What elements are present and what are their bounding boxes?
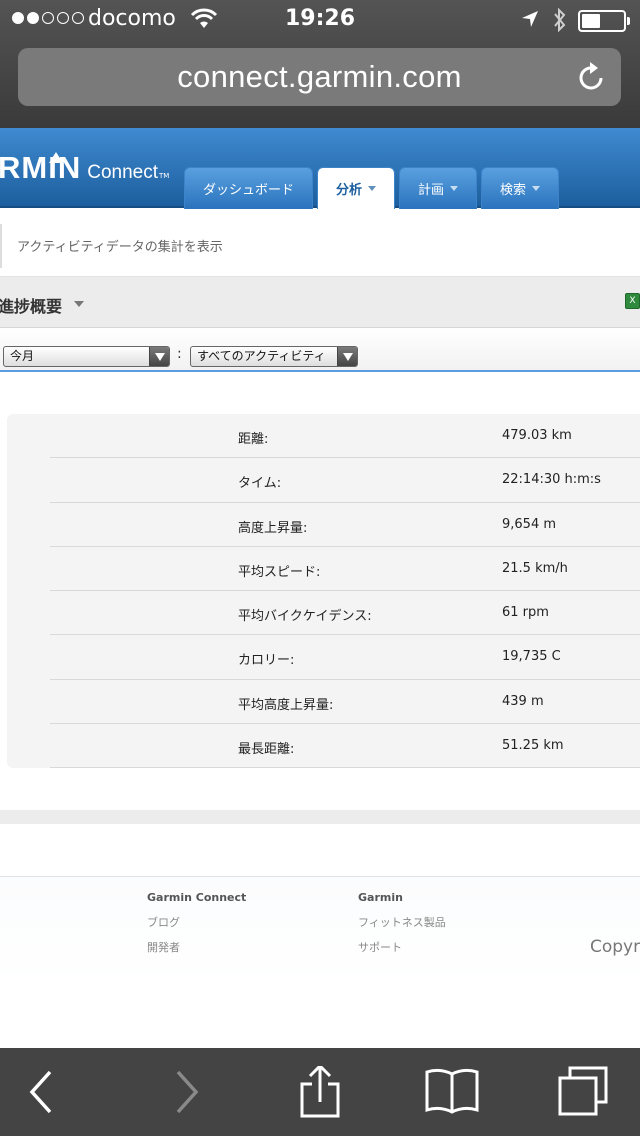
stat-row-elevation-gain: 高度上昇量: 9,654 m (50, 503, 640, 547)
stat-value: 61 rpm (502, 605, 549, 620)
location-arrow-icon (522, 11, 538, 27)
chevron-down-icon[interactable] (74, 301, 84, 307)
footer-link-blog[interactable]: ブログ (147, 914, 246, 930)
bluetooth-icon (554, 7, 566, 33)
address-url: connect.garmin.com (177, 59, 462, 94)
footer-column-garmin: Garmin フィットネス製品 サポート (358, 891, 446, 964)
page-footer: Garmin Connect ブログ 開発者 Garmin フィットネス製品 サ… (0, 876, 640, 986)
footer-heading: Garmin Connect (147, 891, 247, 904)
signal-dot (57, 12, 69, 24)
section-title[interactable]: 進捗概要 (0, 293, 62, 317)
garmin-connect-logo[interactable]: RMIN Connect TM (0, 150, 169, 186)
stat-value: 21.5 km/h (502, 560, 568, 576)
carrier-name: docomo (88, 6, 176, 31)
footer-column-garmin-connect: Garmin Connect ブログ 開発者 (147, 891, 246, 964)
stat-row-calories: カロリー: 19,735 C (50, 635, 640, 680)
signal-dot (42, 12, 54, 24)
chevron-down-icon (368, 186, 377, 191)
tabs-icon[interactable] (554, 1066, 614, 1118)
signal-dot (12, 12, 24, 24)
export-excel-icon[interactable]: X (625, 293, 640, 309)
main-nav-tabs: ダッシュボード 分析 計画 検索 (184, 167, 560, 209)
activity-type-select[interactable]: すべてのアクティビティ (190, 346, 358, 367)
battery-level (582, 14, 600, 28)
stat-label: タイム: (238, 476, 282, 492)
stat-label: 平均スピード: (238, 564, 321, 580)
wifi-icon (190, 8, 218, 28)
chevron-down-icon (532, 186, 541, 191)
copyright-text: Copyr (590, 937, 640, 957)
stat-value: 51.25 km (502, 737, 564, 753)
dropdown-arrow-icon[interactable] (149, 347, 169, 366)
page-subtitle-row: アクティビティデータの集計を表示 (0, 214, 640, 276)
stat-label: 距離: (238, 432, 269, 447)
tab-plan[interactable]: 計画 (399, 167, 478, 209)
stat-value: 479.03 km (502, 428, 572, 443)
stat-value: 9,654 m (502, 516, 557, 532)
stat-label: カロリー: (238, 653, 295, 669)
filter-separator: : (177, 346, 182, 362)
logo-mark: RMIN (0, 150, 82, 185)
tab-label: 検索 (500, 183, 527, 198)
stat-row-avg-elevation-gain: 平均高度上昇量: 439 m (50, 680, 640, 724)
section-divider (0, 810, 640, 824)
signal-dot (72, 12, 84, 24)
browser-top-chrome: docomo 19:26 connect.garmin.com (0, 0, 640, 128)
page-subtitle: アクティビティデータの集計を表示 (17, 240, 223, 255)
status-bar: docomo 19:26 (0, 0, 640, 40)
chevron-down-icon (450, 186, 459, 191)
browser-toolbar (0, 1048, 640, 1136)
tab-label: 分析 (336, 183, 363, 198)
footer-link-support[interactable]: サポート (358, 939, 446, 955)
forward-icon[interactable] (156, 1066, 216, 1118)
period-select[interactable]: 今月 (3, 346, 170, 367)
stat-row-avg-speed: 平均スピード: 21.5 km/h (50, 547, 640, 591)
logo-sub: Connect (87, 162, 158, 183)
tab-label: 計画 (418, 183, 445, 198)
stat-value: 439 m (502, 693, 544, 709)
stat-row-time: タイム: 22:14:30 h:m:s (50, 458, 640, 503)
battery-icon (578, 10, 630, 32)
footer-link-fitness-products[interactable]: フィットネス製品 (358, 914, 446, 930)
tab-label: ダッシュボード (203, 183, 295, 198)
share-icon[interactable] (290, 1066, 350, 1118)
address-bar[interactable]: connect.garmin.com (18, 48, 621, 106)
stat-value: 19,735 C (502, 649, 561, 665)
stat-row-avg-cadence: 平均バイクケイデンス: 61 rpm (50, 591, 640, 636)
stat-label: 最長距離: (238, 741, 295, 757)
activity-select-value: すべてのアクティビティ (197, 349, 326, 363)
footer-heading: Garmin (358, 891, 403, 904)
period-select-value: 今月 (10, 349, 35, 363)
stat-label: 平均バイクケイデンス: (238, 609, 372, 624)
stats-table: 距離: 479.03 km タイム: 22:14:30 h:m:s 高度上昇量:… (50, 414, 640, 768)
garmin-triangle-icon (49, 152, 63, 163)
stat-value: 22:14:30 h:m:s (502, 472, 601, 488)
stat-label: 高度上昇量: (238, 520, 308, 536)
signal-strength-icon (12, 12, 84, 24)
signal-dot (27, 12, 39, 24)
bookmarks-icon[interactable] (422, 1066, 482, 1118)
dropdown-arrow-icon[interactable] (337, 347, 357, 366)
logo-tm: TM (159, 172, 170, 180)
section-header: 進捗概要 (0, 276, 640, 328)
stat-label: 平均高度上昇量: (238, 697, 334, 713)
filter-row: 今月 : すべてのアクティビティ (0, 328, 640, 372)
tab-analysis[interactable]: 分析 (317, 167, 396, 209)
reload-icon[interactable] (577, 61, 607, 93)
stat-row-longest-distance: 最長距離: 51.25 km (50, 724, 640, 768)
footer-link-developers[interactable]: 開発者 (147, 939, 246, 955)
back-icon[interactable] (14, 1066, 74, 1118)
divider (0, 224, 2, 268)
tab-dashboard[interactable]: ダッシュボード (184, 167, 314, 209)
stat-row-distance: 距離: 479.03 km (50, 414, 640, 459)
tab-search[interactable]: 検索 (481, 167, 560, 209)
